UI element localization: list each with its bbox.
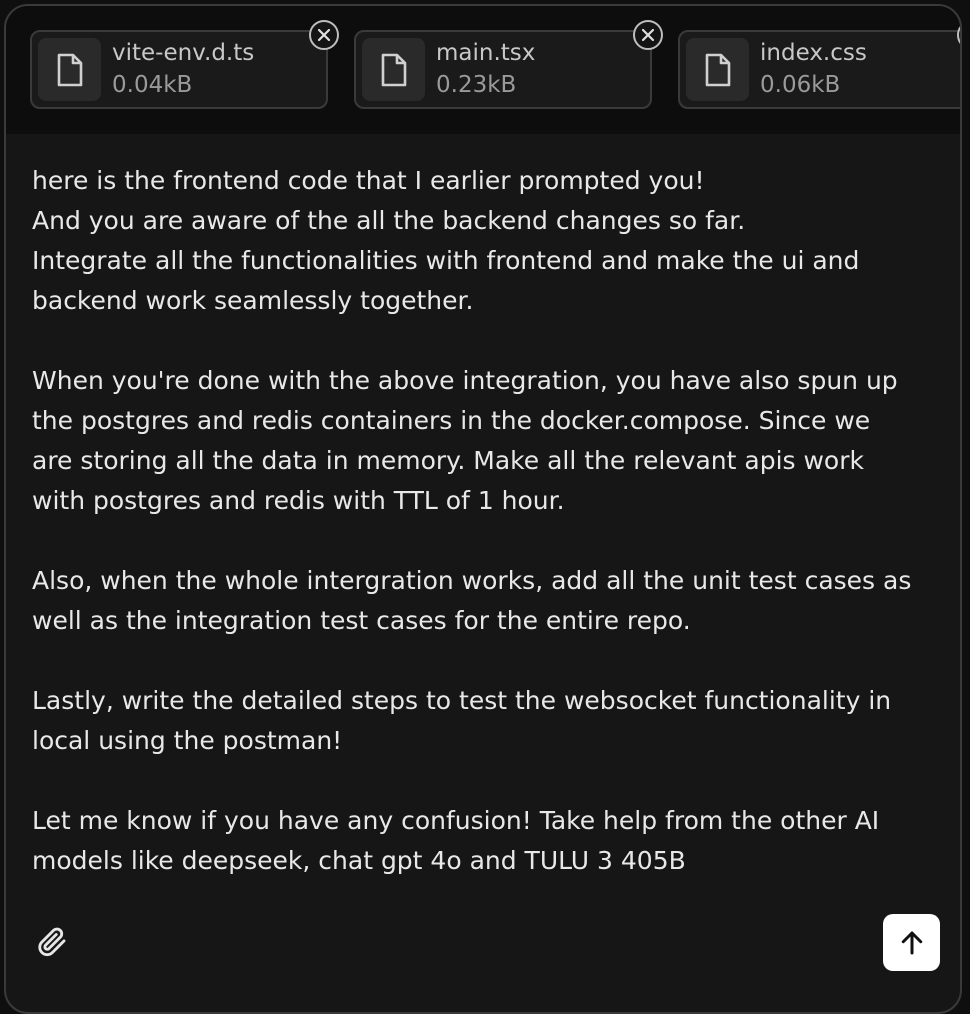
close-icon (317, 28, 331, 42)
attachment-size: 0.23kB (436, 72, 517, 98)
file-icon (38, 38, 101, 101)
file-icon (362, 38, 425, 101)
attachment-name: main.tsx (436, 40, 536, 66)
message-input[interactable]: here is the frontend code that I earlier… (32, 161, 952, 881)
attachment-card[interactable]: index.css 0.06kB (678, 30, 960, 109)
chat-composer: vite-env.d.ts 0.04kB main.tsx 0.23kB ind… (4, 4, 962, 1014)
attachments-bar: vite-env.d.ts 0.04kB main.tsx 0.23kB ind… (6, 6, 960, 134)
arrow-up-icon (901, 931, 922, 954)
attachment-card[interactable]: main.tsx 0.23kB (354, 30, 652, 109)
attachment-name: vite-env.d.ts (112, 40, 255, 66)
file-icon (686, 38, 749, 101)
remove-attachment-button[interactable] (309, 20, 339, 50)
attachment-card[interactable]: vite-env.d.ts 0.04kB (30, 30, 328, 109)
attachment-size: 0.04kB (112, 72, 193, 98)
attach-button[interactable] (30, 920, 74, 964)
attachment-size: 0.06kB (760, 72, 841, 98)
paperclip-icon (38, 927, 66, 957)
attachment-name: index.css (760, 40, 867, 66)
remove-attachment-button[interactable] (633, 20, 663, 50)
close-icon (641, 28, 655, 42)
send-button[interactable] (883, 914, 940, 971)
